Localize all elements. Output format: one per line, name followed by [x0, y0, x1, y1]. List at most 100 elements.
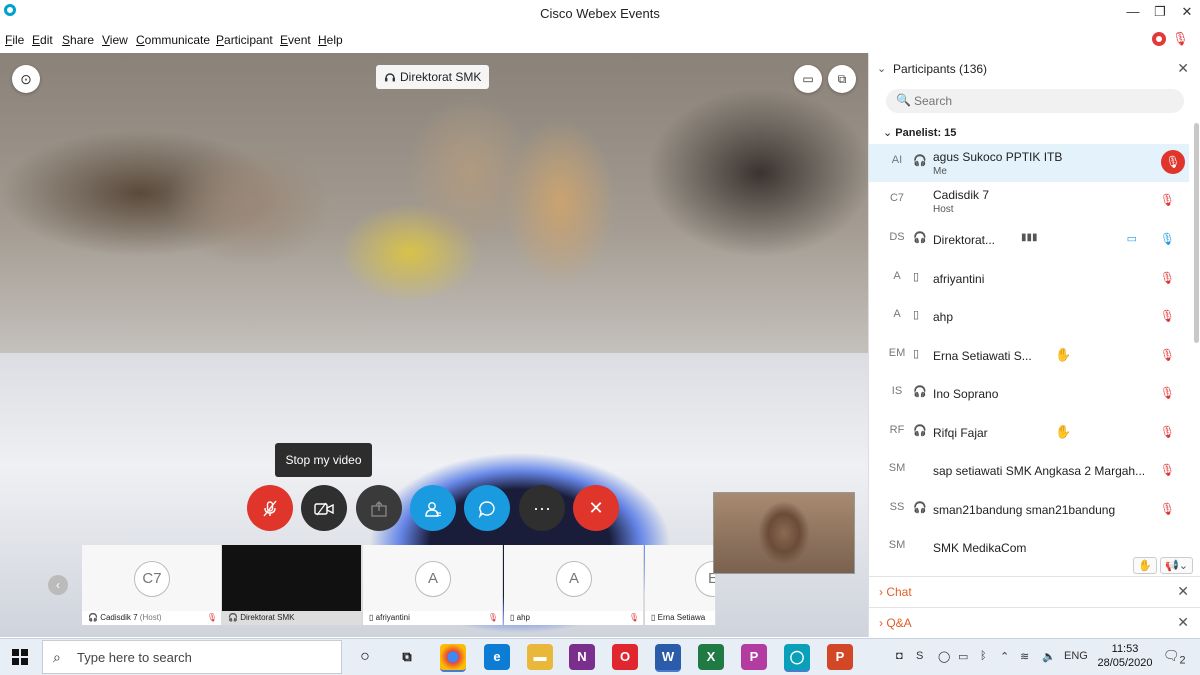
avatar: RF	[889, 424, 905, 436]
list-item[interactable]: SM sap setiawati SMK Angkasa 2 Margah...…	[869, 452, 1189, 490]
participant-name: Cadisdik 7	[933, 188, 990, 202]
mic-off-icon[interactable]: 🎙	[1160, 386, 1175, 400]
pdf-app-icon[interactable]: P	[741, 644, 767, 670]
minimize-button[interactable]: —	[1118, 4, 1148, 22]
webex-tray-icon[interactable]: ◯	[938, 650, 950, 663]
maximize-button[interactable]: ❐	[1145, 4, 1175, 22]
word-icon[interactable]: W	[655, 644, 681, 672]
list-item[interactable]: EM ▯ Erna Setiawati S... ✋ 🎙	[869, 337, 1189, 375]
chat-button[interactable]	[464, 485, 510, 531]
list-item[interactable]: IS 🎧 Ino Soprano 🎙	[869, 375, 1189, 413]
mic-off-icon[interactable]: 🎙	[1160, 425, 1175, 439]
list-item[interactable]: DS 🎧 Direktorat... ▮▮▮ ▭ 🎙	[869, 221, 1189, 259]
language-indicator[interactable]: ENG	[1064, 650, 1088, 662]
thumbnail-label: Cadisdik 7	[100, 613, 138, 622]
webex-taskbar-icon[interactable]: ◯	[784, 644, 810, 672]
menu-view[interactable]: View	[102, 33, 128, 47]
mic-off-icon[interactable]: 🎙	[1160, 348, 1175, 362]
excel-icon[interactable]: X	[698, 644, 724, 670]
menu-help[interactable]: Help	[318, 33, 343, 47]
layout-icon[interactable]: ▭	[794, 65, 822, 93]
stop-video-button[interactable]	[301, 485, 347, 531]
chrome-icon[interactable]	[440, 644, 466, 672]
feedback-icon[interactable]: 📢⌄	[1160, 557, 1193, 574]
share-button[interactable]	[356, 485, 402, 531]
menu-file[interactable]: File	[5, 33, 24, 47]
thumbnail-tile[interactable]: 🎧 Direktorat SMK	[222, 545, 362, 625]
panelist-group[interactable]: ⌄ Panelist: 15	[883, 126, 956, 139]
qa-section[interactable]: › Q&A ✕	[869, 607, 1200, 638]
avatar: A	[415, 561, 451, 597]
list-item[interactable]: C7 Cadisdik 7 Host 🎙	[869, 182, 1189, 220]
notifications-icon[interactable]: 🗨2	[1163, 648, 1186, 667]
system-clock[interactable]: 11:53 28/05/2020	[1095, 642, 1155, 670]
cortana-icon[interactable]: ○	[352, 644, 378, 670]
chat-section[interactable]: › Chat ✕	[869, 576, 1200, 607]
chevron-up-icon[interactable]: ⌃	[1000, 650, 1009, 663]
thumbnail-tile[interactable]: E ▯ Erna Setiawa	[645, 545, 716, 625]
participant-name: Rifqi Fajar	[933, 426, 988, 440]
info-icon[interactable]: ⊙	[12, 65, 40, 93]
mic-off-icon	[263, 500, 277, 517]
close-button[interactable]: ✕	[1172, 4, 1200, 22]
chevron-right-icon: ›	[879, 585, 883, 599]
muted-mic-icon[interactable]: 🎙	[1172, 31, 1189, 47]
thumbnail-tile[interactable]: C7 🎧 Cadisdik 7 (Host) 🎙	[82, 545, 222, 625]
taskbar-search[interactable]: ⌕ Type here to search	[42, 640, 342, 674]
list-item[interactable]: AI 🎧 agus Sukoco PPTIK ITB Me 🎙	[869, 144, 1189, 182]
recording-icon[interactable]	[1152, 32, 1166, 46]
more-options-button[interactable]: ···	[519, 485, 565, 531]
popout-icon[interactable]: ⧉	[828, 65, 856, 93]
chevron-down-icon[interactable]: ⌄	[877, 62, 886, 75]
mic-on-icon[interactable]: 🎙	[1160, 232, 1175, 246]
list-item[interactable]: A ▯ ahp 🎙	[869, 298, 1189, 336]
file-explorer-icon[interactable]: ▬	[527, 644, 553, 670]
bluetooth-icon[interactable]: ᛒ	[980, 650, 987, 662]
skype-icon[interactable]: S	[916, 650, 923, 662]
close-qa-icon[interactable]: ✕	[1177, 614, 1189, 631]
meet-icon[interactable]: ◘	[896, 650, 903, 662]
search-input[interactable]	[912, 91, 1166, 111]
list-item[interactable]: A ▯ afriyantini 🎙	[869, 260, 1189, 298]
mic-off-icon[interactable]: 🎙	[1160, 271, 1175, 285]
mic-off-icon[interactable]: 🎙	[1160, 193, 1175, 207]
mic-off-icon[interactable]: 🎙	[1160, 463, 1175, 477]
opera-icon[interactable]: O	[612, 644, 638, 670]
menu-communicate[interactable]: Communicate	[136, 33, 210, 47]
self-view-video[interactable]	[713, 492, 855, 574]
list-item[interactable]: SM SMK MedikaCom	[869, 529, 1189, 554]
thumbnail-tile[interactable]: A ▯ ahp 🎙	[504, 545, 644, 625]
monitor-icon[interactable]: ▭	[958, 650, 968, 663]
mic-off-icon[interactable]: 🎙	[1160, 502, 1175, 516]
list-item[interactable]: SS 🎧 sman21bandung sman21bandung 🎙	[869, 491, 1189, 529]
onenote-icon[interactable]: N	[569, 644, 595, 670]
task-view-icon[interactable]: ⧉	[394, 644, 420, 670]
mute-button[interactable]	[247, 485, 293, 531]
powerpoint-icon[interactable]: P	[827, 644, 853, 670]
menu-share[interactable]: Share	[62, 33, 94, 47]
raise-hand-icon[interactable]: ✋	[1133, 557, 1158, 574]
participant-list-scrollbar[interactable]	[1194, 123, 1199, 343]
thumbnail-tile[interactable]: A ▯ afriyantini 🎙	[363, 545, 503, 625]
title-bar: Cisco Webex Events — ❐ ✕	[0, 0, 1200, 28]
menu-participant[interactable]: Participant	[216, 33, 273, 47]
mic-off-icon[interactable]: 🎙	[1160, 309, 1175, 323]
list-item[interactable]: RF 🎧 Rifqi Fajar ✋ 🎙	[869, 414, 1189, 452]
raised-hand-icon: ✋	[1055, 347, 1072, 362]
participants-button[interactable]	[410, 485, 456, 531]
menu-event[interactable]: Event	[280, 33, 311, 47]
mic-off-icon[interactable]: 🎙	[1161, 150, 1185, 174]
close-panel-icon[interactable]: ✕	[1177, 60, 1189, 77]
volume-icon[interactable]: 🔈	[1042, 650, 1056, 663]
close-chat-icon[interactable]: ✕	[1177, 583, 1189, 600]
thumbnail-label: Direktorat SMK	[240, 613, 295, 622]
wifi-icon[interactable]: ≋	[1020, 650, 1029, 663]
menu-edit[interactable]: Edit	[32, 33, 53, 47]
leave-meeting-button[interactable]: ✕	[573, 485, 619, 531]
thumbnails-previous-icon[interactable]: ‹	[48, 575, 68, 595]
windows-start-icon[interactable]	[12, 649, 28, 665]
avatar: DS	[889, 231, 905, 243]
edge-icon[interactable]: e	[484, 644, 510, 670]
active-speaker-label: Direktorat SMK	[376, 65, 490, 89]
participant-name: ahp	[933, 310, 954, 324]
